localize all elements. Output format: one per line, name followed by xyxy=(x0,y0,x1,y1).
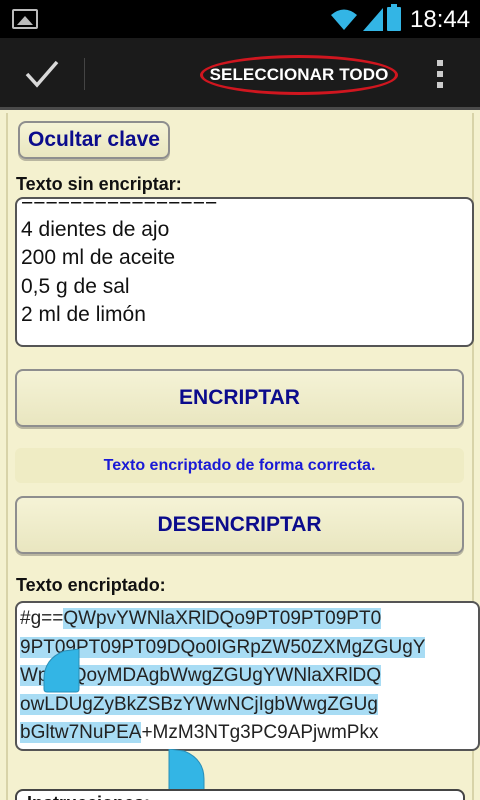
encrypted-line: WpvDQoyMDAgbWwgZGUgYWNlaXRlDQ xyxy=(20,662,475,691)
main-content: Ocultar clave Texto sin encriptar: =====… xyxy=(0,113,480,800)
overflow-dot xyxy=(437,60,443,66)
plain-text-line: 4 dientes de ajo xyxy=(21,217,170,241)
plain-text-line: 200 ml de aceite xyxy=(21,246,176,269)
status-bar: 18:44 xyxy=(0,0,480,38)
overflow-dot xyxy=(437,82,443,88)
encrypted-line: 9PT09PT09PT09DQo0IGRpZW50ZXMgZGUgY xyxy=(20,634,475,663)
unselected-text: #g== xyxy=(20,608,64,629)
plain-text-label: Texto sin encriptar: xyxy=(16,174,182,194)
select-all-button[interactable]: SELECCIONAR TODO xyxy=(200,55,398,95)
encrypted-line: bGltw7NuPEA+MzM3NTg3PC9APjwmPkx xyxy=(20,719,475,748)
encrypted-line: owLDUgZyBkZSBzYWwNCjIgbWwgZGUg xyxy=(20,691,475,720)
status-time: 18:44 xyxy=(410,6,471,33)
signal-icon xyxy=(363,8,383,31)
encrypted-text-label: Texto encriptado: xyxy=(16,575,166,595)
encrypted-text-field[interactable]: #g==QWpvYWNlaXRlDQo9PT09PT09PT0 9PT09PT0… xyxy=(15,601,480,751)
decrypt-button[interactable]: DESENCRIPTAR xyxy=(15,496,464,554)
done-button[interactable] xyxy=(0,38,84,110)
encrypt-button[interactable]: ENCRIPTAR xyxy=(15,369,464,427)
plain-text-field[interactable]: ================ 4 dientes de ajo 200 ml… xyxy=(15,197,474,347)
hide-key-button[interactable]: Ocultar clave xyxy=(18,121,170,159)
status-message: Texto encriptado de forma correcta. xyxy=(103,456,376,474)
status-panel: Texto encriptado de forma correcta. xyxy=(15,448,464,483)
overflow-dot xyxy=(437,71,443,77)
action-bar: SELECCIONAR TODO xyxy=(0,38,480,110)
content-border-left xyxy=(6,113,8,800)
unselected-text: +MzM3NTg3PC9APjwmPkx xyxy=(141,722,379,743)
encrypted-line: #g==QWpvYWNlaXRlDQo9PT09PT09PT0 xyxy=(20,605,475,634)
gallery-notification-icon xyxy=(12,9,38,29)
instructions-box: Instrucciones: xyxy=(15,789,465,800)
action-bar-divider xyxy=(84,58,85,90)
overflow-menu-button[interactable] xyxy=(420,38,460,110)
plain-text-line: ================ xyxy=(21,197,218,212)
selected-text: owLDUgZyBkZSBzYWwNCjIgbWwgZGUg xyxy=(20,693,378,715)
selected-text: bGltw7NuPEA xyxy=(20,722,142,743)
selection-start-handle[interactable] xyxy=(42,649,80,693)
battery-icon xyxy=(387,4,401,31)
plain-text-line: 0,5 g de sal xyxy=(21,274,130,298)
wifi-icon xyxy=(331,9,357,30)
check-icon xyxy=(25,60,59,88)
selected-text: QWpvYWNlaXRlDQo9PT09PT09PT0 xyxy=(63,608,382,629)
selected-text: 9PT09PT09PT09DQo0IGRpZW50ZXMgZGUgY xyxy=(20,636,426,658)
plain-text-line: 2 ml de limón xyxy=(21,303,146,326)
